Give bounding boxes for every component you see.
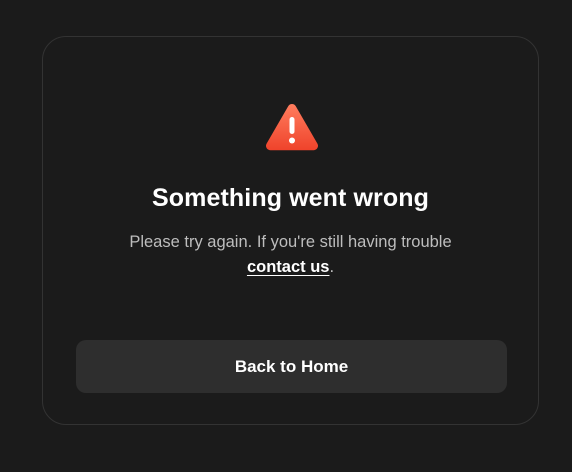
error-card: Something went wrong Please try again. I… [42, 36, 539, 425]
error-message-line2: contact us. [43, 255, 538, 280]
message-period: . [329, 258, 335, 276]
contact-us-link[interactable]: contact us [247, 258, 330, 276]
error-title: Something went wrong [152, 184, 429, 212]
error-message-text: Please try again. If you're still having… [129, 233, 452, 251]
back-to-home-button[interactable]: Back to Home [76, 340, 507, 393]
warning-triangle-icon [265, 104, 319, 151]
error-message: Please try again. If you're still having… [43, 230, 538, 280]
